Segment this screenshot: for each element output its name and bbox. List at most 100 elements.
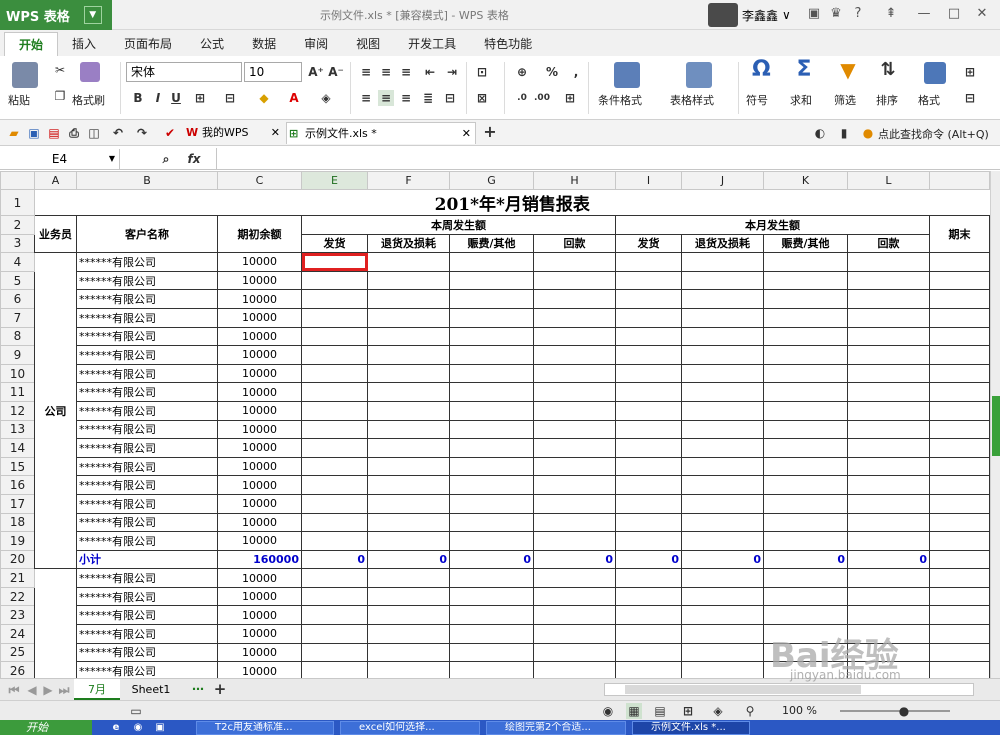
sheet-title[interactable]: 201*年*月销售报表 — [35, 190, 990, 216]
customize-icon[interactable]: ✔ — [162, 125, 178, 141]
merge-icon[interactable]: ⊟ — [222, 90, 238, 106]
opening-balance[interactable]: 10000 — [217, 270, 302, 291]
row-header[interactable]: 15 — [0, 456, 35, 477]
cell[interactable] — [449, 475, 534, 495]
opening-balance[interactable]: 10000 — [217, 307, 302, 328]
row-header[interactable]: 25 — [0, 642, 35, 663]
customer-name[interactable]: ******有限公司 — [76, 252, 218, 272]
column-header[interactable]: K — [763, 171, 848, 190]
prev-sheet-icon[interactable]: ◀ — [24, 682, 40, 698]
conditional-format-button[interactable]: 条件格式 — [598, 92, 642, 108]
cell[interactable] — [763, 512, 848, 533]
tab-2[interactable]: 页面布局 — [110, 32, 186, 56]
cell[interactable] — [367, 512, 450, 533]
location-icon[interactable]: ⚲ — [742, 703, 758, 719]
cell[interactable] — [681, 512, 764, 533]
group-cell[interactable] — [34, 568, 77, 678]
sheet-tab-sheet1[interactable]: Sheet1 — [124, 679, 178, 700]
cell[interactable] — [615, 512, 682, 533]
cell[interactable] — [763, 456, 848, 477]
task-item[interactable]: excel如何选择... — [340, 721, 480, 735]
cell[interactable] — [847, 456, 930, 477]
cell[interactable] — [449, 438, 534, 458]
cell[interactable] — [367, 382, 450, 402]
cell[interactable] — [615, 252, 682, 272]
cell[interactable] — [929, 568, 990, 588]
cell[interactable] — [449, 624, 534, 644]
opening-balance[interactable]: 10000 — [217, 363, 302, 384]
scissors-icon[interactable]: ✂ — [52, 62, 68, 78]
row-header[interactable]: 26 — [0, 661, 35, 678]
column-header[interactable]: F — [367, 171, 450, 190]
cell[interactable] — [449, 456, 534, 477]
cell[interactable] — [615, 605, 682, 626]
cell[interactable] — [449, 345, 534, 365]
cell[interactable] — [763, 400, 848, 421]
cell[interactable] — [847, 419, 930, 440]
pdf-icon[interactable]: ▤ — [46, 125, 62, 141]
row-header[interactable]: 13 — [0, 419, 35, 440]
cell[interactable] — [301, 382, 368, 402]
zoom-icon[interactable]: ⌕ — [158, 151, 174, 167]
cell[interactable] — [533, 605, 616, 626]
cell[interactable] — [929, 382, 990, 402]
opening-balance[interactable]: 10000 — [217, 252, 302, 272]
customer-name[interactable]: ******有限公司 — [76, 661, 218, 678]
cell[interactable] — [763, 475, 848, 495]
cell[interactable] — [301, 475, 368, 495]
cell[interactable] — [681, 252, 764, 272]
column-header[interactable]: I — [615, 171, 682, 190]
align-top-icon[interactable]: ≡ — [358, 64, 374, 80]
cell[interactable] — [449, 512, 534, 533]
zoom-level[interactable]: 100 % — [782, 704, 817, 717]
align-right-icon[interactable]: ≡ — [398, 90, 414, 106]
cell[interactable] — [449, 531, 534, 551]
reading-icon[interactable]: ◈ — [710, 703, 726, 719]
last-sheet-icon[interactable]: ⏭ — [56, 682, 72, 698]
cell[interactable] — [615, 400, 682, 421]
cell[interactable] — [533, 345, 616, 365]
page-layout-icon[interactable]: ▤ — [652, 703, 668, 719]
cell[interactable] — [449, 400, 534, 421]
cell[interactable] — [681, 438, 764, 458]
column-header[interactable] — [929, 171, 990, 190]
shirt-icon[interactable]: ♛ — [828, 6, 844, 22]
cell[interactable] — [929, 400, 990, 421]
cell[interactable] — [847, 252, 930, 272]
close-icon[interactable]: ✕ — [271, 122, 280, 144]
italic-icon[interactable]: I — [150, 90, 166, 106]
close-icon[interactable]: ✕ — [462, 123, 471, 145]
cell[interactable] — [929, 252, 990, 272]
wrap-text-icon[interactable]: ⊡ — [474, 64, 490, 80]
header-opening[interactable]: 期初余额 — [217, 214, 302, 254]
cell[interactable] — [763, 419, 848, 440]
increase-font-icon[interactable]: A⁺ — [308, 64, 324, 80]
opening-balance[interactable]: 10000 — [217, 456, 302, 477]
cell[interactable] — [367, 345, 450, 365]
customer-name[interactable]: ******有限公司 — [76, 624, 218, 644]
cell[interactable] — [301, 363, 368, 384]
row-header[interactable]: 8 — [0, 326, 35, 347]
zoom-slider[interactable] — [840, 710, 950, 712]
cell[interactable] — [367, 624, 450, 644]
skin-icon[interactable]: ▣ — [806, 6, 822, 22]
cell[interactable] — [681, 531, 764, 551]
subtotal-label[interactable]: 小计 — [76, 549, 218, 570]
cell[interactable] — [533, 382, 616, 402]
cell[interactable] — [533, 586, 616, 607]
cell[interactable] — [367, 661, 450, 678]
cell[interactable] — [615, 661, 682, 678]
opening-balance[interactable]: 10000 — [217, 568, 302, 588]
macro-icon[interactable]: ▭ — [128, 703, 144, 719]
column-header[interactable]: A — [34, 171, 77, 190]
font-name-select[interactable]: 宋体 — [126, 62, 242, 82]
customer-name[interactable]: ******有限公司 — [76, 493, 218, 514]
vertical-scrollbar[interactable] — [990, 171, 1000, 678]
indent-icon[interactable]: ⇤ — [422, 64, 438, 80]
cell[interactable] — [681, 475, 764, 495]
cell[interactable] — [763, 531, 848, 551]
cell[interactable] — [847, 307, 930, 328]
cell[interactable] — [929, 419, 990, 440]
customer-name[interactable]: ******有限公司 — [76, 438, 218, 458]
customer-name[interactable]: ******有限公司 — [76, 289, 218, 309]
